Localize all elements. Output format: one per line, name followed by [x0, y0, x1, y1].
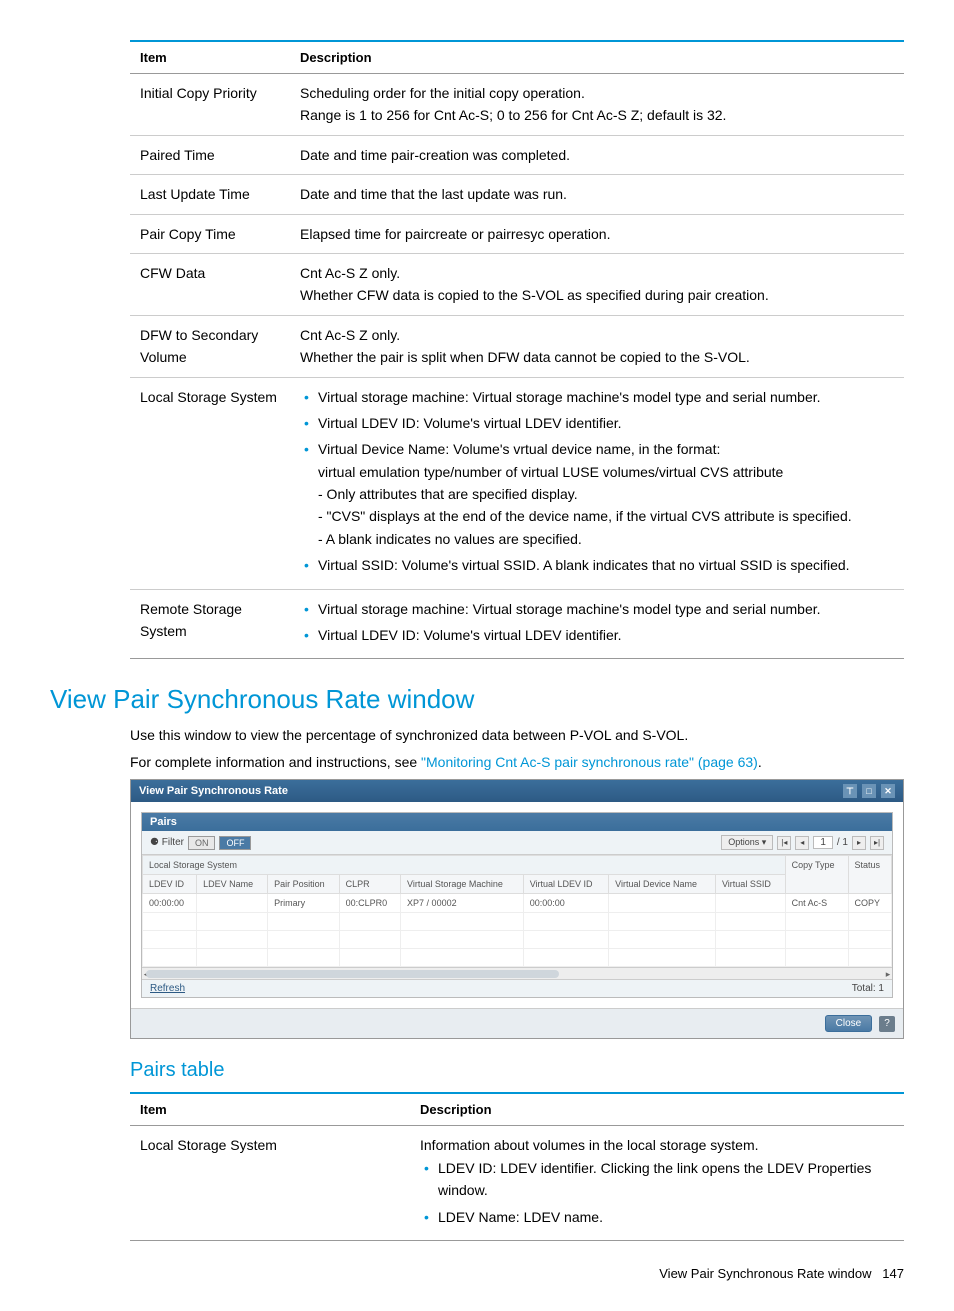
col-ldev-name[interactable]: LDEV Name: [197, 875, 268, 894]
page-footer: View Pair Synchronous Rate window 147: [50, 1266, 904, 1281]
total-label: Total: 1: [852, 983, 884, 994]
page-number: 147: [882, 1266, 904, 1281]
section-paragraph-1: Use this window to view the percentage o…: [130, 725, 904, 746]
col-desc: Description: [410, 1093, 904, 1126]
page-last-button[interactable]: ▸|: [870, 836, 884, 850]
window-title: View Pair Synchronous Rate: [139, 785, 288, 797]
grid-row-empty: [143, 949, 892, 967]
table-row: Paired Time Date and time pair-creation …: [130, 135, 904, 174]
definitions-table-1: Item Description Initial Copy Priority S…: [130, 40, 904, 659]
pairs-grid: Local Storage System Copy Type Status LD…: [142, 855, 892, 967]
table-row: CFW Data Cnt Ac-S Z only. Whether CFW da…: [130, 253, 904, 315]
col-ldev-id[interactable]: LDEV ID: [143, 875, 197, 894]
col-desc: Description: [290, 41, 904, 74]
page-current: 1: [813, 836, 833, 849]
pairs-table-heading: Pairs table: [130, 1059, 904, 1082]
table-row: Remote Storage System Virtual storage ma…: [130, 589, 904, 659]
close-button[interactable]: Close: [825, 1015, 873, 1032]
pairs-toolbar: ⚈ Filter ON OFF Options ▾ |◂ ◂ 1 / 1 ▸ ▸…: [142, 831, 892, 855]
refresh-link[interactable]: Refresh: [150, 983, 185, 994]
table-row: Initial Copy Priority Scheduling order f…: [130, 74, 904, 136]
monitoring-link[interactable]: "Monitoring Cnt Ac-S pair synchronous ra…: [421, 754, 758, 770]
col-copy-type[interactable]: Copy Type: [785, 856, 848, 894]
filter-label: ⚈ Filter: [150, 837, 184, 848]
col-virtual-ldev-id[interactable]: Virtual LDEV ID: [523, 875, 608, 894]
col-pair-position[interactable]: Pair Position: [268, 875, 340, 894]
page-total: / 1: [837, 837, 848, 848]
filter-on-toggle[interactable]: ON: [188, 836, 216, 850]
section-paragraph-2: For complete information and instruction…: [130, 752, 904, 773]
filter-window-icon[interactable]: ⊤: [843, 784, 857, 798]
col-virtual-device-name[interactable]: Virtual Device Name: [609, 875, 716, 894]
table-row: DFW to Secondary Volume Cnt Ac-S Z only.…: [130, 315, 904, 377]
grid-row-empty: [143, 913, 892, 931]
col-status[interactable]: Status: [848, 856, 891, 894]
col-clpr[interactable]: CLPR: [339, 875, 400, 894]
col-virtual-storage-machine[interactable]: Virtual Storage Machine: [401, 875, 524, 894]
table-row: Pair Copy Time Elapsed time for paircrea…: [130, 214, 904, 253]
table-row: Last Update Time Date and time that the …: [130, 175, 904, 214]
scroll-thumb[interactable]: [146, 970, 559, 978]
page-first-button[interactable]: |◂: [777, 836, 791, 850]
page-next-button[interactable]: ▸: [852, 836, 866, 850]
col-virtual-ssid[interactable]: Virtual SSID: [715, 875, 785, 894]
grid-row[interactable]: 00:00:00 Primary 00:CLPR0 XP7 / 00002 00…: [143, 894, 892, 913]
table-row: Local Storage System Information about v…: [130, 1126, 904, 1241]
col-item: Item: [130, 41, 290, 74]
pairs-panel: Pairs ⚈ Filter ON OFF Options ▾ |◂ ◂ 1 /…: [141, 812, 893, 998]
scroll-right-icon[interactable]: ▸: [882, 968, 892, 979]
col-item: Item: [130, 1093, 410, 1126]
maximize-icon[interactable]: □: [862, 784, 876, 798]
window-titlebar: View Pair Synchronous Rate ⊤ □ ✕: [131, 780, 903, 802]
view-pair-sync-rate-window: View Pair Synchronous Rate ⊤ □ ✕ Pairs ⚈…: [130, 779, 904, 1039]
grid-group-header: Local Storage System: [143, 856, 786, 875]
pairs-panel-header: Pairs: [142, 813, 892, 831]
horizontal-scrollbar[interactable]: ◂ ▸: [142, 967, 892, 979]
definitions-table-2: Item Description Local Storage System In…: [130, 1092, 904, 1241]
grid-row-empty: [143, 931, 892, 949]
table-row: Local Storage System Virtual storage mac…: [130, 377, 904, 589]
help-button[interactable]: ?: [879, 1016, 895, 1032]
page-prev-button[interactable]: ◂: [795, 836, 809, 850]
filter-off-toggle[interactable]: OFF: [219, 836, 251, 850]
options-button[interactable]: Options ▾: [721, 835, 773, 850]
close-icon[interactable]: ✕: [881, 784, 895, 798]
section-heading: View Pair Synchronous Rate window: [50, 684, 904, 715]
